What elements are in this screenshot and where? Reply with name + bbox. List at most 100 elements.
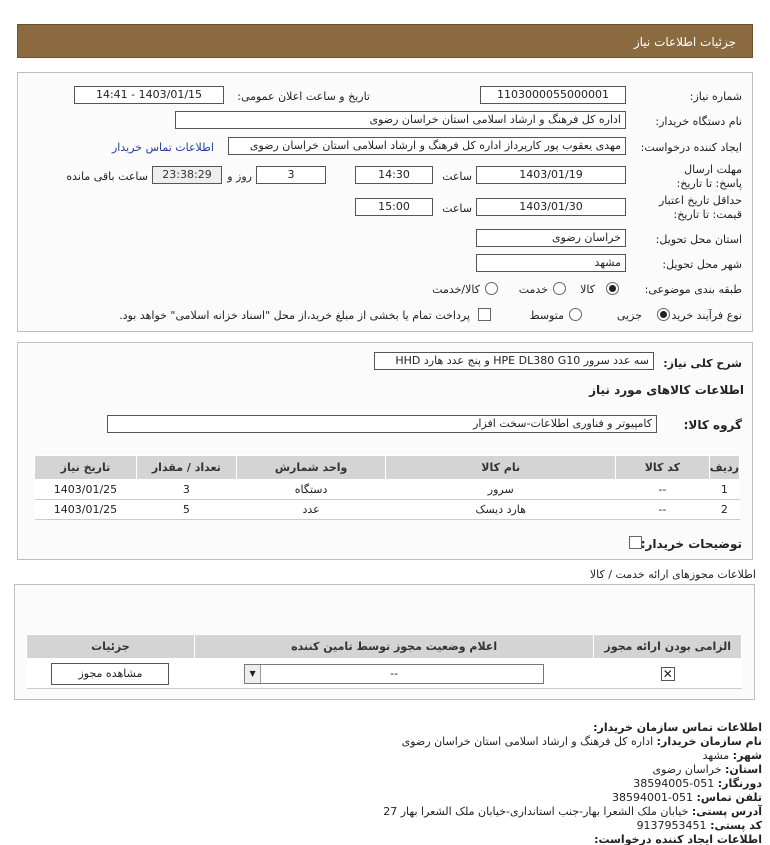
permit-status-value: -- <box>390 666 399 680</box>
need-number-label: شماره نیاز: <box>689 90 742 103</box>
cell-date: 1403/01/25 <box>34 499 137 520</box>
permit-status-select[interactable]: -- ▼ <box>244 663 545 684</box>
process-partial-label: جزیی <box>616 309 642 322</box>
table-row: ✕ -- ▼ مشاهده مجوز <box>26 658 742 689</box>
desc-label: شرح کلی نیاز: <box>663 357 742 370</box>
goods-table: ردیف کد کالا نام کالا واحد شمارش تعداد /… <box>34 455 741 520</box>
permits-table-header: الزامی بودن ارائه مجوز اعلام وضعیت مجوز … <box>26 634 742 659</box>
category-service-label: خدمت <box>518 283 548 296</box>
col-row: ردیف <box>708 455 741 480</box>
contact-city-value: مشهد <box>702 749 730 762</box>
validity-time-field: 15:00 <box>355 198 433 216</box>
category-both-radio[interactable] <box>485 282 498 295</box>
validity-label-1: حداقل تاریخ اعتبار <box>658 194 742 207</box>
cell-date: 1403/01/25 <box>34 479 137 500</box>
cell-row: 1 <box>709 479 740 500</box>
phone-value: 051-38594001 <box>612 791 694 804</box>
deadline-date-field: 1403/01/19 <box>476 166 626 184</box>
buyer-contact-link[interactable]: اطلاعات تماس خریدار <box>112 141 214 154</box>
process-label: نوع فرآیند خرید : <box>664 309 742 322</box>
permits-title: اطلاعات مجوزهای ارائه خدمت / کالا <box>589 568 756 581</box>
days-label: روز و <box>227 170 252 183</box>
city-label: شهر محل تحویل: <box>662 258 742 271</box>
treasury-note: پرداخت تمام یا بخشی از مبلغ خرید،از محل … <box>119 309 470 322</box>
postal-label: کد پستی: <box>710 819 762 832</box>
creator-field: مهدی یعقوب پور کارپرداز اداره کل فرهنگ و… <box>228 137 626 155</box>
group-field: کامپیوتر و فناوری اطلاعات-سخت افزار <box>107 415 657 433</box>
buyer-notes-checkbox[interactable] <box>629 536 642 549</box>
contact-province-label: استان: <box>725 763 762 776</box>
process-medium-label: متوسط <box>529 309 564 322</box>
fax-label: دورنگار: <box>717 777 762 790</box>
buyer-notes-label: توضیحات خریدار: <box>640 537 742 551</box>
goods-panel <box>17 342 753 560</box>
table-row: 1 -- سرور دستگاه 3 1403/01/25 <box>34 479 740 500</box>
address-value: خیابان ملک الشعرا بهار-جنب استانداری-خیا… <box>383 805 689 818</box>
cell-row: 2 <box>709 499 740 520</box>
cell-name: هارد دیسک <box>385 499 616 520</box>
validity-date-field: 1403/01/30 <box>476 198 626 216</box>
buyer-label: نام دستگاه خریدار: <box>655 115 742 128</box>
select-arrow-icon: ▼ <box>245 664 262 683</box>
announce-field: 1403/01/15 - 14:41 <box>74 86 224 104</box>
buyer-field: اداره کل فرهنگ و ارشاد اسلامی استان خراس… <box>175 111 626 129</box>
col-date: تاریخ نیاز <box>34 455 137 480</box>
category-service-radio[interactable] <box>553 282 566 295</box>
city-field: مشهد <box>476 254 626 272</box>
validity-label-2: قیمت: تا تاریخ: <box>673 208 742 221</box>
contact-province-value: خراسان رضوی <box>652 763 722 776</box>
deadline-time-label: ساعت <box>442 170 472 183</box>
deadline-label: مهلت ارسال پاسخ: تا تاریخ: <box>676 163 742 190</box>
col-status: اعلام وضعیت مجوز توسط تامین کننده <box>193 634 595 659</box>
cell-code: -- <box>615 479 710 500</box>
cell-code: -- <box>615 499 710 520</box>
col-code: کد کالا <box>614 455 710 480</box>
deadline-time-field: 14:30 <box>355 166 433 184</box>
announce-label: تاریخ و ساعت اعلان عمومی: <box>237 90 370 103</box>
contact-title: اطلاعات تماس سازمان خریدار: <box>593 721 762 734</box>
col-qty: تعداد / مقدار <box>135 455 237 480</box>
goods-table-header: ردیف کد کالا نام کالا واحد شمارش تعداد /… <box>34 455 741 480</box>
org-label: نام سازمان خریدار: <box>656 735 762 748</box>
cell-qty: 3 <box>136 479 237 500</box>
contact-city-label: شهر: <box>732 749 762 762</box>
desc-field: سه عدد سرور HPE DL380 G10 و پنج عدد هارد… <box>374 352 654 370</box>
process-partial-radio[interactable] <box>657 308 670 321</box>
group-label: گروه کالا: <box>683 418 742 432</box>
category-goods-label: کالا <box>580 283 595 296</box>
days-field: 3 <box>256 166 326 184</box>
need-number-field: 1103000055000001 <box>480 86 626 104</box>
col-unit: واحد شمارش <box>235 455 387 480</box>
cell-name: سرور <box>385 479 616 500</box>
phone-label: تلفن تماس: <box>696 791 762 804</box>
required-check-icon: ✕ <box>660 666 675 681</box>
fax-value: 051-38594005 <box>633 777 715 790</box>
page-header: جزئیات اطلاعات نیاز <box>17 24 753 58</box>
province-label: استان محل تحویل: <box>655 233 742 246</box>
province-field: خراسان رضوی <box>476 229 626 247</box>
table-row: 2 -- هارد دیسک عدد 5 1403/01/25 <box>34 499 740 520</box>
org-value: اداره کل فرهنگ و ارشاد اسلامی استان خراس… <box>401 735 654 748</box>
remaining-label: ساعت باقی مانده <box>66 170 148 183</box>
page-title: جزئیات اطلاعات نیاز <box>633 35 736 49</box>
treasury-checkbox[interactable] <box>478 308 491 321</box>
cell-qty: 5 <box>136 499 237 520</box>
col-required: الزامی بودن ارائه مجوز <box>593 634 742 659</box>
category-goods-radio[interactable] <box>606 282 619 295</box>
category-label: طبقه بندی موضوعی: <box>644 283 742 296</box>
permits-table: الزامی بودن ارائه مجوز اعلام وضعیت مجوز … <box>26 634 742 689</box>
remaining-time-field: 23:38:29 <box>152 166 222 184</box>
view-permit-button[interactable]: مشاهده مجوز <box>51 662 170 685</box>
creator-info-title: اطلاعات ایجاد کننده درخواست: <box>594 833 762 845</box>
address-label: آدرس پستی: <box>691 805 762 818</box>
postal-value: 9137953451 <box>636 819 707 832</box>
category-both-label: کالا/خدمت <box>432 283 480 296</box>
cell-unit: عدد <box>236 499 386 520</box>
creator-label: ایجاد کننده درخواست: <box>640 141 742 154</box>
col-name: نام کالا <box>385 455 616 480</box>
contact-block: اطلاعات تماس سازمان خریدار: نام سازمان خ… <box>383 721 762 845</box>
col-details: جزئیات <box>26 634 195 659</box>
validity-time-label: ساعت <box>442 202 472 215</box>
process-medium-radio[interactable] <box>569 308 582 321</box>
goods-info-title: اطلاعات کالاهای مورد نیاز <box>589 383 744 397</box>
